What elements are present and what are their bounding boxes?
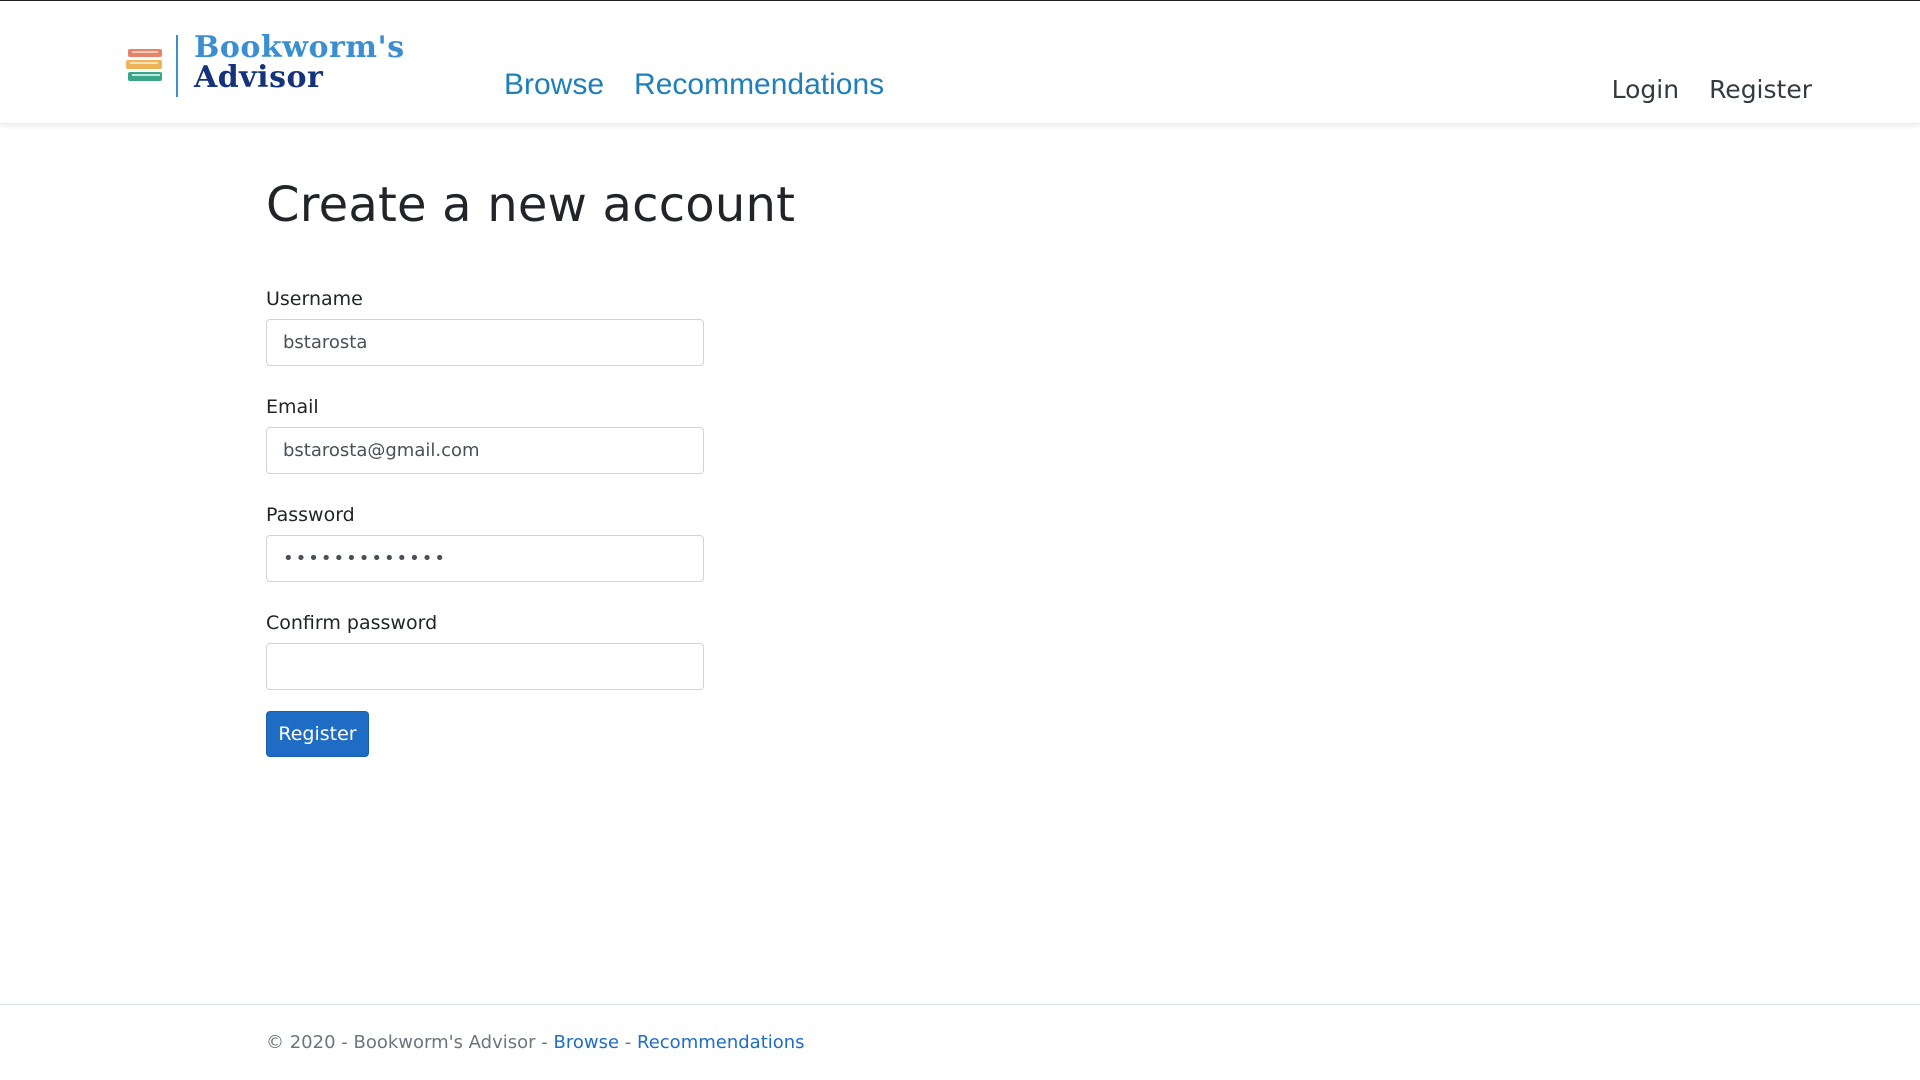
- footer-link-recommendations[interactable]: Recommendations: [637, 1032, 805, 1053]
- confirm-password-input[interactable]: [266, 643, 704, 690]
- email-label: Email: [266, 396, 319, 418]
- nav-link-recommendations[interactable]: Recommendations: [634, 65, 884, 105]
- books-stack-icon: [126, 49, 162, 81]
- password-label: Password: [266, 504, 355, 526]
- page-title: Create a new account: [266, 177, 796, 233]
- footer: © 2020 - Bookworm's Advisor - Browse - R…: [0, 1004, 1920, 1080]
- username-label: Username: [266, 288, 363, 310]
- auth-nav: Login Register: [1612, 71, 1812, 109]
- nav-link-register[interactable]: Register: [1709, 71, 1812, 109]
- password-group: Password: [266, 501, 706, 582]
- register-page: Create a new account Username Email Pass…: [266, 170, 966, 757]
- navbar: Bookworm's Advisor Browse Recommendation…: [0, 1, 1920, 124]
- password-input[interactable]: [266, 535, 704, 582]
- username-input[interactable]: [266, 319, 704, 366]
- brand-divider: [176, 35, 178, 97]
- register-button[interactable]: Register: [266, 711, 369, 757]
- footer-copyright: © 2020 - Bookworm's Advisor -: [266, 1032, 548, 1053]
- username-group: Username: [266, 285, 706, 366]
- brand-name: Bookworm's Advisor: [194, 33, 434, 93]
- email-group: Email: [266, 393, 706, 474]
- confirm-password-group: Confirm password: [266, 609, 706, 690]
- footer-link-browse[interactable]: Browse: [554, 1032, 620, 1053]
- footer-text: © 2020 - Bookworm's Advisor - Browse - R…: [266, 1032, 805, 1053]
- brand-name-line1: Bookworm's: [194, 30, 405, 65]
- footer-separator: -: [624, 1032, 632, 1053]
- email-input[interactable]: [266, 427, 704, 474]
- brand-logo-link[interactable]: Bookworm's Advisor: [124, 33, 424, 97]
- nav-link-login[interactable]: Login: [1612, 71, 1679, 109]
- confirm-password-label: Confirm password: [266, 612, 438, 634]
- brand-name-line2: Advisor: [194, 60, 324, 95]
- nav-link-browse[interactable]: Browse: [504, 65, 604, 105]
- main-nav: Browse Recommendations: [504, 65, 884, 105]
